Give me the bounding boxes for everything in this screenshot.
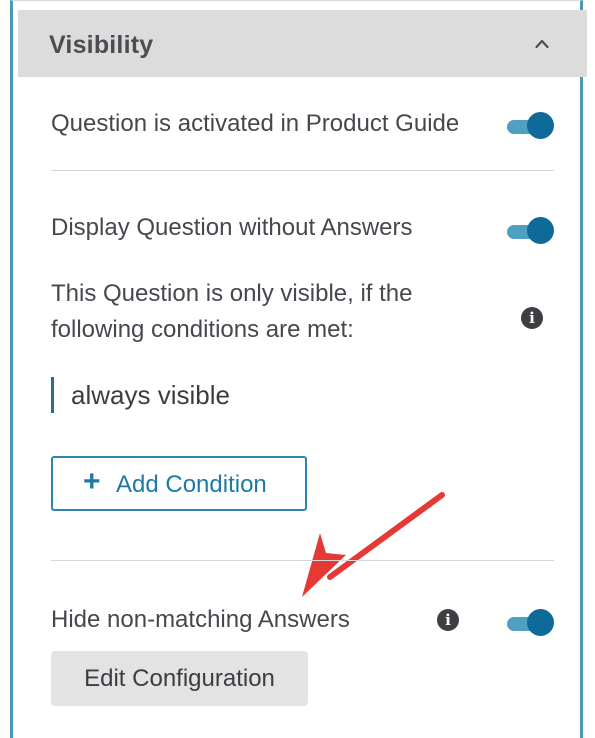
add-condition-button[interactable]: + Add Condition — [51, 456, 307, 511]
toggle-knob — [527, 112, 554, 139]
toggle-knob — [527, 609, 554, 636]
conditions-description-line2: following conditions are met: — [51, 316, 354, 343]
panel-title: Visibility — [49, 31, 154, 59]
add-condition-label: Add Condition — [116, 471, 267, 498]
plus-icon: + — [83, 465, 101, 498]
info-icon[interactable]: i — [437, 609, 459, 631]
hide-non-matching-label: Hide non-matching Answers — [51, 606, 350, 633]
conditions-description-line1: This Question is only visible, if the — [51, 280, 413, 307]
conditions-description: This Question is only visible, if the fo… — [51, 276, 471, 348]
toggle-knob — [527, 217, 554, 244]
divider — [51, 560, 554, 561]
visibility-panel-header[interactable]: Visibility — [18, 10, 587, 77]
display-without-answers-toggle[interactable] — [507, 217, 554, 245]
hide-non-matching-toggle[interactable] — [507, 609, 554, 637]
activated-label: Question is activated in Product Guide — [51, 110, 460, 137]
red-arrow-annotation — [302, 492, 445, 597]
edit-configuration-button[interactable]: Edit Configuration — [51, 651, 308, 706]
condition-value: always visible — [71, 380, 230, 410]
info-icon[interactable]: i — [521, 307, 543, 329]
display-without-answers-label: Display Question without Answers — [51, 214, 413, 241]
condition-item: always visible — [51, 377, 230, 413]
activated-toggle[interactable] — [507, 112, 554, 140]
divider — [51, 170, 554, 171]
chevron-up-icon[interactable] — [535, 37, 549, 51]
